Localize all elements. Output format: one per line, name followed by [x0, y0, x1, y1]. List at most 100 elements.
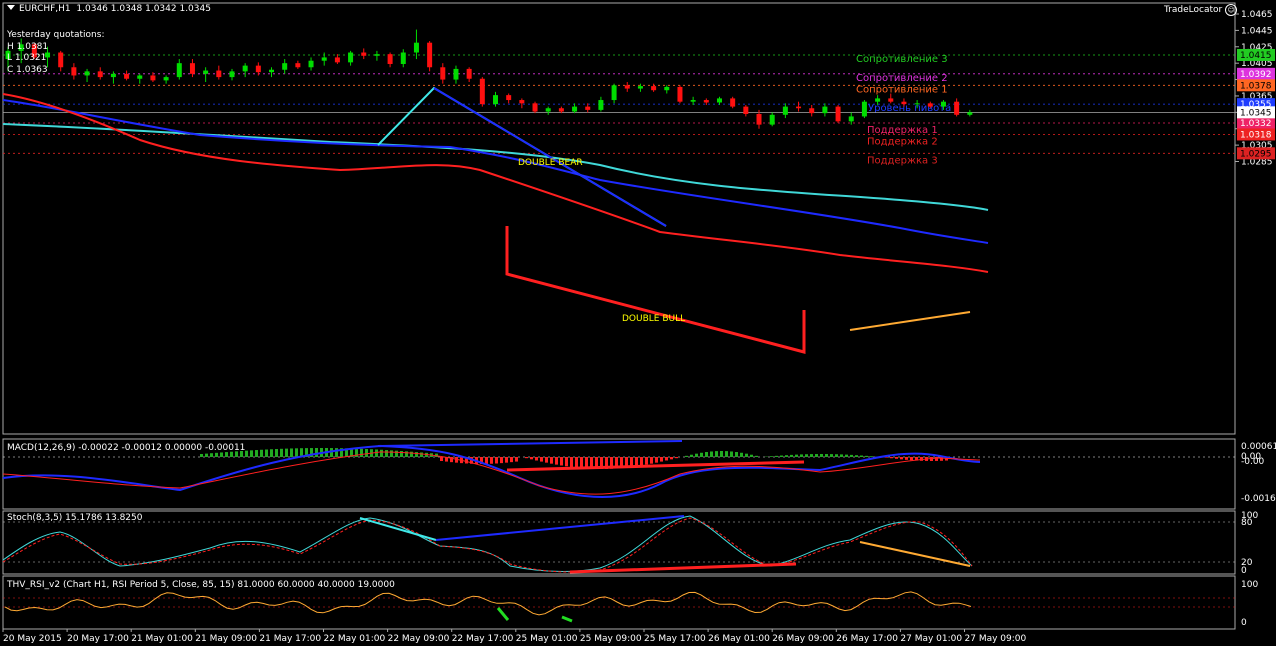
- macd-line: [2, 444, 981, 498]
- time-tick-label: 25 May 09:00: [580, 634, 642, 644]
- chart-canvas[interactable]: 1.04651.04451.04251.04051.03851.03651.03…: [0, 0, 1276, 646]
- pane-tick-label: 0: [1241, 618, 1247, 628]
- macd-bar: [795, 454, 798, 457]
- ma-cyan-line: [2, 123, 989, 211]
- candle-body: [677, 86, 683, 102]
- candle-body: [769, 114, 775, 125]
- macd-bar: [815, 454, 818, 457]
- candle-body: [743, 106, 749, 114]
- macd-bar: [690, 454, 693, 457]
- macd-bar: [505, 457, 508, 463]
- macd-bar: [285, 448, 288, 457]
- candle-body: [269, 69, 275, 73]
- candle-body: [427, 42, 433, 68]
- candle-body: [163, 77, 169, 81]
- candle-body: [651, 86, 657, 91]
- candle-body: [216, 70, 222, 78]
- orange-trendline: [849, 311, 971, 331]
- time-tick-label: 22 May 17:00: [452, 634, 514, 644]
- macd-bar: [210, 453, 213, 457]
- macd-bar: [750, 454, 753, 457]
- time-tick-label: 26 May 01:00: [708, 634, 770, 644]
- candles: [5, 29, 973, 129]
- candle-body: [203, 70, 209, 74]
- candle-body: [585, 106, 591, 110]
- macd-bar: [720, 451, 723, 457]
- time-tick-label: 20 May 17:00: [67, 634, 129, 644]
- candle-body: [110, 73, 116, 78]
- yesterday-close: C 1.0363: [7, 64, 48, 75]
- candle-body: [466, 68, 472, 79]
- macd-bar: [890, 457, 893, 459]
- macd-bar: [205, 453, 208, 457]
- candle-body: [822, 106, 828, 114]
- rsi-bull-mark-1: [496, 607, 510, 621]
- macd-bar: [735, 452, 738, 457]
- macd-bar: [840, 454, 843, 457]
- yesterday-title: Yesterday quotations:: [7, 30, 105, 40]
- candle-body: [124, 73, 130, 79]
- level-price-label: 1.0415: [1240, 51, 1272, 61]
- macd-bar: [855, 455, 858, 457]
- candle-body: [387, 54, 393, 64]
- candle-body: [703, 100, 709, 103]
- candle-body: [888, 98, 894, 102]
- candle-body: [809, 108, 815, 114]
- macd-bar: [385, 450, 388, 457]
- candle-body: [716, 98, 722, 103]
- candle-body: [255, 65, 261, 73]
- macd-bar: [380, 449, 383, 457]
- candle-body: [914, 103, 920, 105]
- pane-tick-label: 0: [1241, 566, 1247, 576]
- macd-bar: [570, 457, 573, 467]
- candle-body: [479, 78, 485, 105]
- candle-body: [361, 52, 367, 56]
- candle-body: [137, 75, 143, 79]
- macd-bar: [420, 452, 423, 457]
- macd-bar: [810, 454, 813, 457]
- macd-bar: [745, 453, 748, 457]
- stoch-pane-frame: [2, 510, 1236, 575]
- macd-bar: [830, 454, 833, 457]
- macd-bar: [645, 457, 648, 465]
- macd-bar: [415, 452, 418, 457]
- candle-body: [308, 60, 314, 68]
- macd-bar: [535, 457, 538, 461]
- macd-bar: [250, 450, 253, 457]
- macd-label: MACD(12,26,9) -0.00022 -0.00012 0.00000 …: [7, 443, 246, 453]
- macd-bar: [685, 455, 688, 457]
- level-price-label: 1.0392: [1240, 70, 1272, 80]
- macd-bar: [770, 456, 773, 457]
- macd-bar: [360, 448, 363, 457]
- symbol-header[interactable]: EURCHF,H1 1.0346 1.0348 1.0342 1.0345: [7, 4, 211, 14]
- macd-bar: [540, 457, 543, 462]
- time-tick-label: 20 May 2015: [3, 634, 62, 644]
- broker-badge[interactable]: TradeLocator ☺: [1164, 4, 1238, 16]
- candle-body: [321, 57, 327, 61]
- dropdown-triangle-icon[interactable]: [7, 5, 15, 10]
- candle-body: [229, 71, 235, 78]
- macd-bar: [900, 457, 903, 460]
- stoch-cyan-divergence: [359, 517, 437, 541]
- candle-body: [189, 63, 195, 74]
- yesterday-quotations: Yesterday quotations: H 1.0381 L 1.0321 …: [7, 30, 104, 76]
- macd-bar: [565, 457, 568, 467]
- macd-bar: [835, 454, 838, 457]
- level-price-label: 1.0295: [1240, 149, 1272, 159]
- time-tick-label: 25 May 01:00: [516, 634, 578, 644]
- smiley-icon: ☺: [1225, 4, 1238, 16]
- candle-body: [875, 98, 881, 102]
- pane-tick-label: -0.00: [1241, 457, 1265, 467]
- candle-body: [150, 75, 156, 81]
- macd-bar: [410, 451, 413, 457]
- macd-bar: [800, 454, 803, 457]
- macd-bar: [490, 457, 493, 464]
- broker-label: TradeLocator: [1164, 5, 1223, 15]
- candle-body: [782, 106, 788, 115]
- macd-bar: [790, 454, 793, 457]
- macd-bar: [280, 448, 283, 457]
- macd-bar: [335, 448, 338, 457]
- time-tick-label: 26 May 17:00: [836, 634, 898, 644]
- candle-body: [413, 42, 419, 53]
- level-price-label: 1.0378: [1240, 81, 1272, 91]
